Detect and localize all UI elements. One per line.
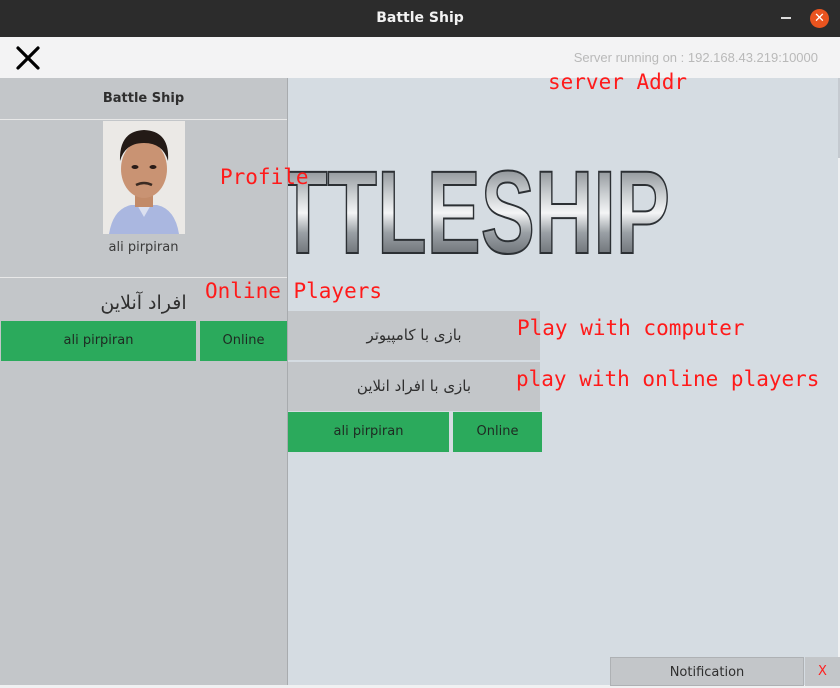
window-title: Battle Ship [376, 10, 464, 26]
close-icon[interactable] [15, 45, 41, 71]
notification-close-button[interactable]: X [805, 657, 840, 686]
player-status: Online [453, 412, 542, 452]
main-player-row[interactable]: ali pirpiran Online [288, 412, 542, 452]
annotation-play-computer: Play with computer [517, 316, 745, 340]
annotation-profile: Profile [220, 165, 309, 189]
title-bar: Battle Ship ✕ [0, 0, 840, 37]
profile-name: ali pirpiran [108, 240, 179, 255]
divider [0, 277, 287, 278]
sidebar-title: Battle Ship [0, 78, 287, 120]
window-close-button[interactable]: ✕ [810, 9, 829, 28]
profile-avatar [103, 121, 185, 234]
minimize-icon[interactable] [781, 17, 791, 19]
toolbar: Server running on : 192.168.43.219:10000 [0, 37, 840, 79]
play-computer-button[interactable]: بازی با کامپیوتر [288, 311, 540, 360]
sidebar-player-row[interactable]: ali pirpiran Online [1, 321, 287, 361]
annotation-play-online: play with online players [516, 367, 820, 391]
server-address: Server running on : 192.168.43.219:10000 [573, 50, 818, 65]
player-name: ali pirpiran [1, 321, 196, 361]
player-status: Online [200, 321, 287, 361]
svg-text:TTLESHIP: TTLESHIP [288, 152, 670, 258]
play-online-button[interactable]: بازی با افراد انلاین [288, 362, 540, 411]
notification-button[interactable]: Notification [610, 657, 804, 686]
player-name: ali pirpiran [288, 412, 449, 452]
annotation-online-players: Online Players [205, 279, 383, 303]
battleship-logo: TTLESHIP [288, 152, 671, 258]
annotation-server: server Addr [548, 70, 688, 94]
